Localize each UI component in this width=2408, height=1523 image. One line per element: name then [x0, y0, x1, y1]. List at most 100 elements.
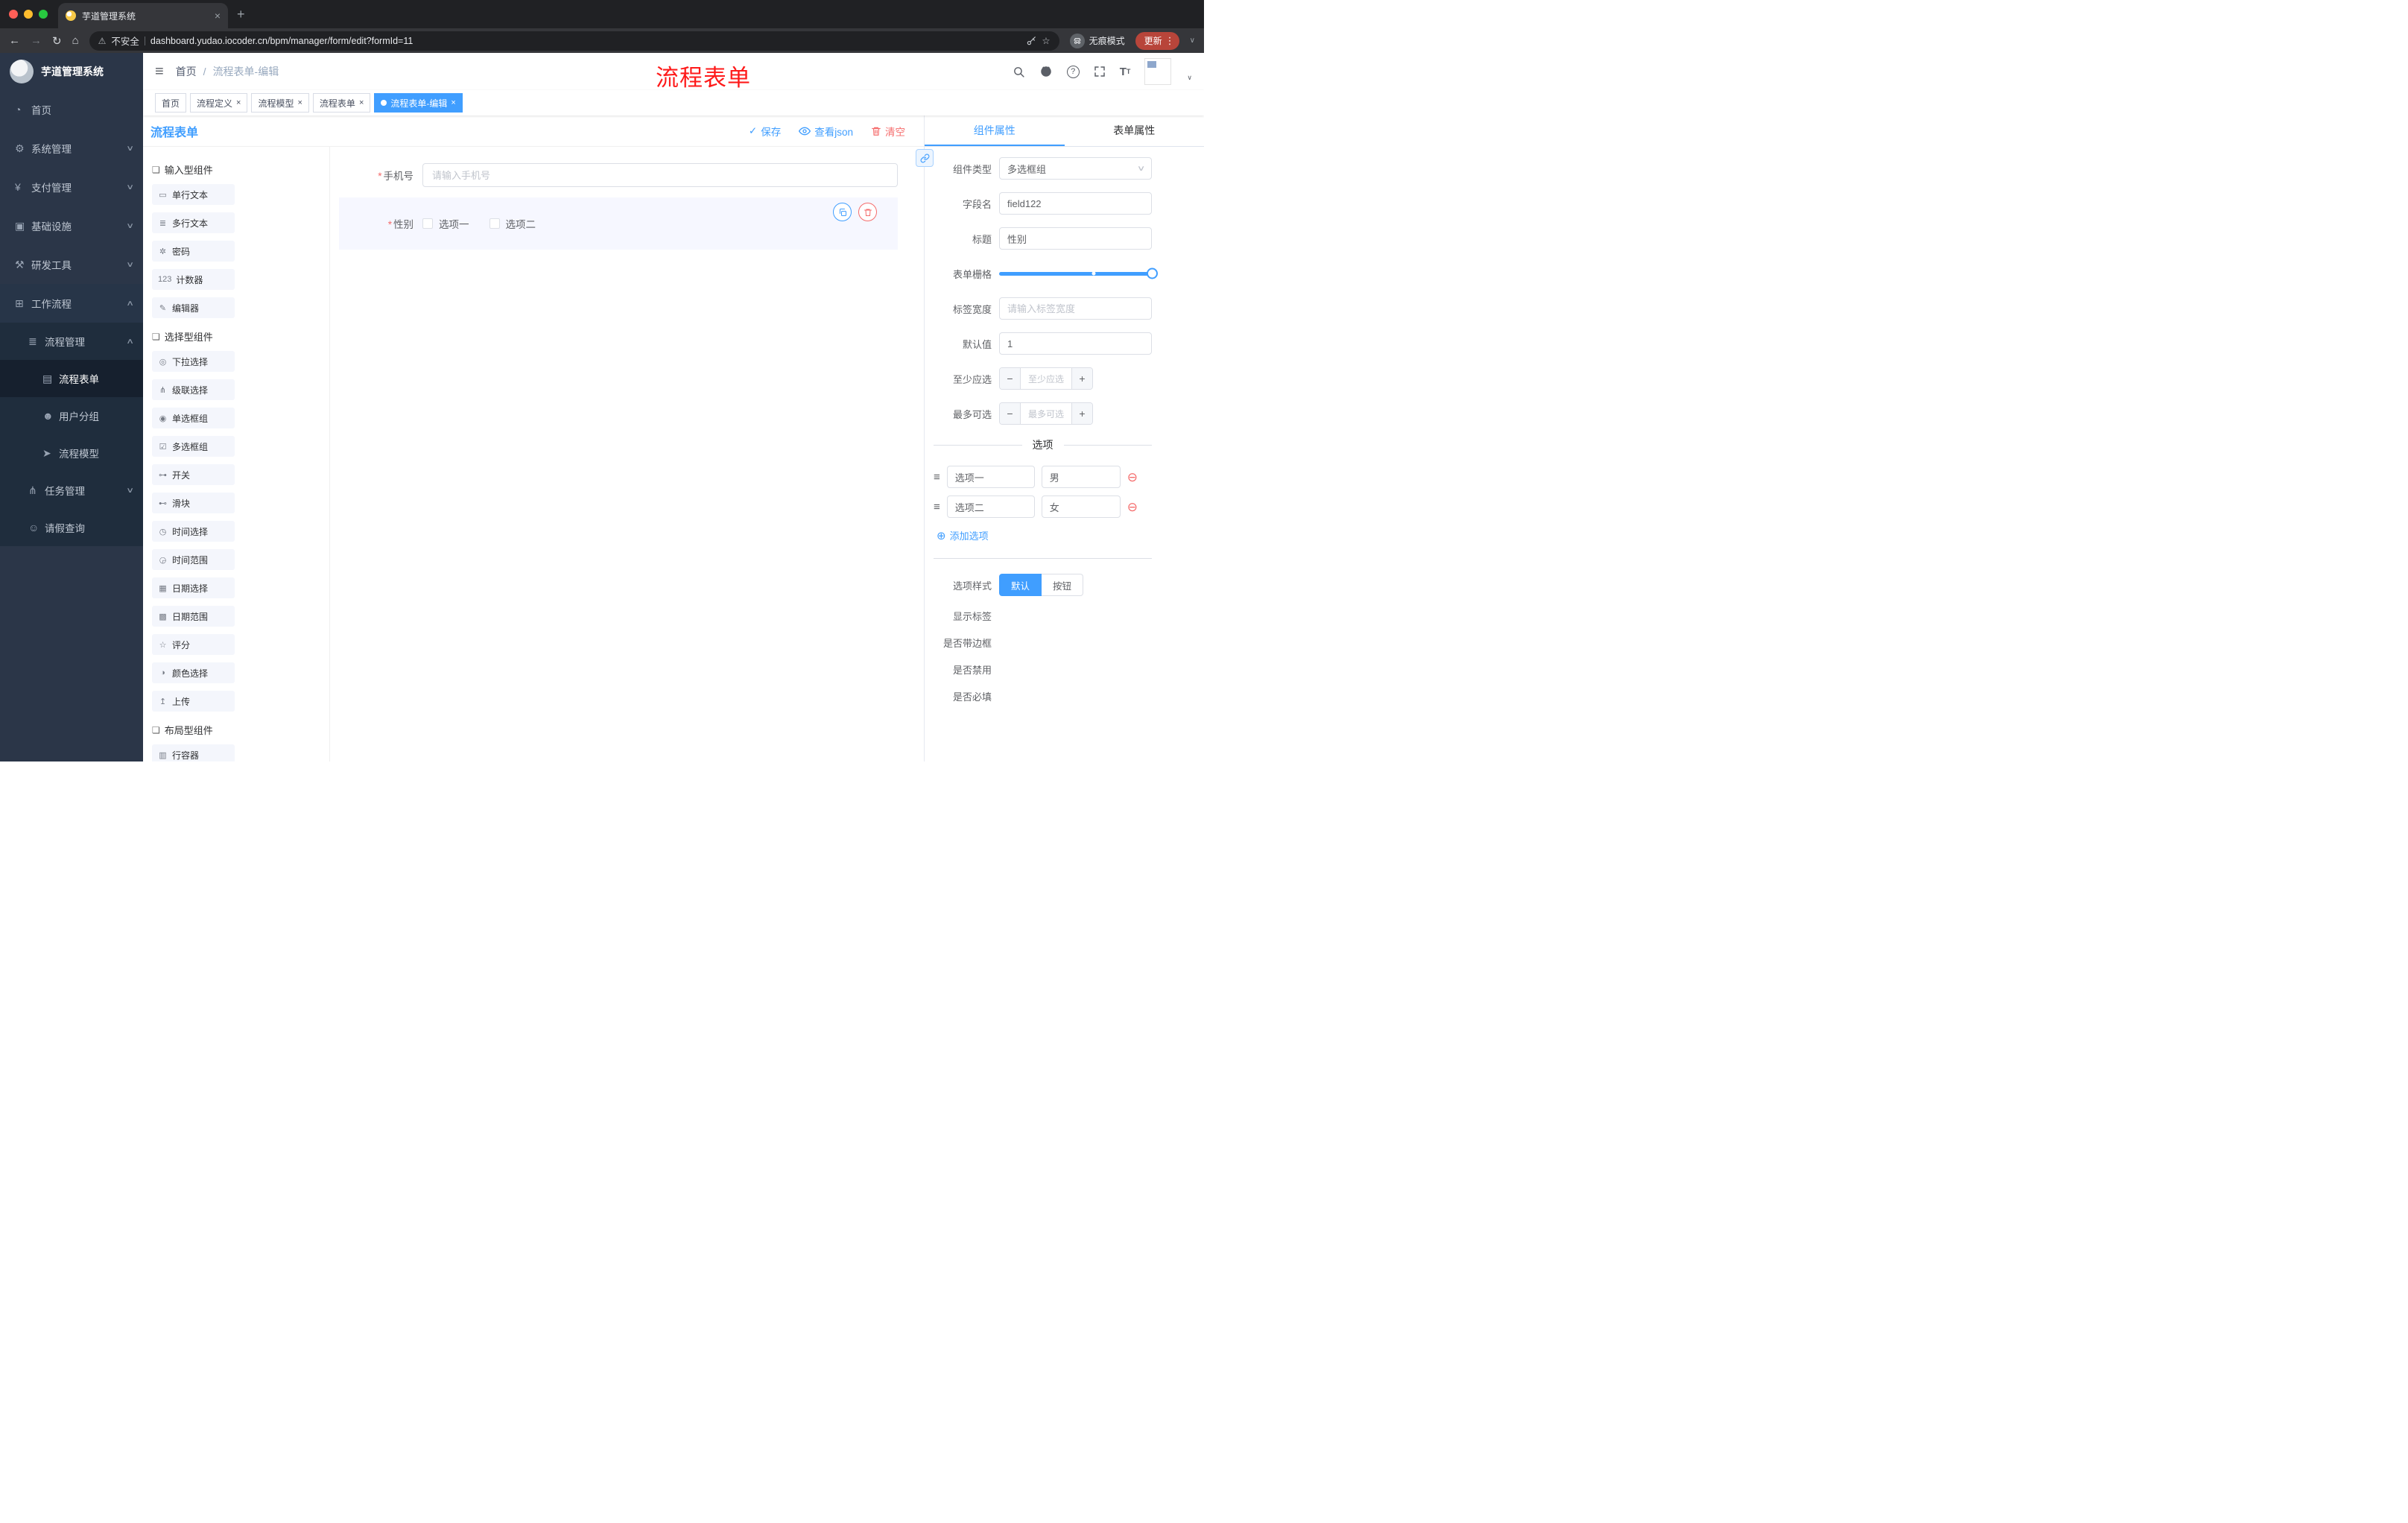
- delete-component-button[interactable]: [858, 203, 877, 221]
- home-icon[interactable]: ⌂: [72, 34, 79, 47]
- browser-menu-icon[interactable]: ⋮: [1165, 35, 1175, 47]
- title-input[interactable]: [999, 227, 1152, 250]
- option2-value-input[interactable]: [1041, 495, 1121, 518]
- back-icon[interactable]: ←: [9, 34, 20, 47]
- tag-process-form[interactable]: 流程表单 ×: [312, 93, 371, 113]
- clear-button[interactable]: 清空: [871, 124, 905, 139]
- style-default-button[interactable]: 默认: [999, 574, 1042, 596]
- palette-item[interactable]: ◷ 时间选择: [152, 521, 235, 542]
- tag-close-icon[interactable]: ×: [451, 98, 455, 107]
- increase-button[interactable]: +: [1071, 403, 1092, 424]
- palette-item[interactable]: ✲ 密码: [152, 241, 235, 262]
- remove-option-icon[interactable]: ⊖: [1127, 471, 1138, 484]
- link-badge[interactable]: [916, 149, 934, 167]
- palette-item[interactable]: ◉ 单选框组: [152, 408, 235, 428]
- form-canvas[interactable]: * 手机号 请输入手机号 * 性别 选项一 选项二: [330, 147, 924, 762]
- chevron-down-icon[interactable]: ∨: [1190, 37, 1195, 45]
- option1-name-input[interactable]: [946, 466, 1035, 488]
- sidebar-item-devtools[interactable]: ⚒ 研发工具 ∨: [0, 245, 143, 284]
- max-select-placeholder[interactable]: 最多可选: [1021, 403, 1071, 424]
- sidebar-item-process-form[interactable]: ▤ 流程表单: [0, 360, 143, 397]
- palette-item[interactable]: ▩ 日期范围: [152, 606, 235, 627]
- zoom-window-button[interactable]: [39, 10, 48, 19]
- slider-handle[interactable]: [1147, 267, 1158, 279]
- hamburger-icon[interactable]: ≡: [155, 63, 164, 80]
- tag-process-definition[interactable]: 流程定义 ×: [190, 93, 248, 113]
- tag-close-icon[interactable]: ×: [359, 98, 364, 107]
- update-button[interactable]: 更新 ⋮: [1135, 31, 1179, 50]
- tag-process-form-edit[interactable]: 流程表单-编辑 ×: [374, 93, 463, 113]
- default-value-input[interactable]: [999, 332, 1152, 355]
- palette-item[interactable]: ✎ 编辑器: [152, 297, 235, 318]
- option2-name-input[interactable]: [946, 495, 1035, 518]
- palette-item[interactable]: ☆ 评分: [152, 634, 235, 655]
- bookmark-star-icon[interactable]: ☆: [1042, 35, 1050, 46]
- browser-tab[interactable]: 芋道管理系统 ×: [58, 3, 228, 28]
- sidebar-item-process-management[interactable]: ≣ 流程管理 ∧: [0, 323, 143, 360]
- label-width-input[interactable]: [999, 297, 1152, 320]
- decrease-button[interactable]: −: [1000, 368, 1021, 389]
- sidebar-item-task-management[interactable]: ⋔ 任务管理 ∨: [0, 472, 143, 509]
- palette-item[interactable]: ⊶ 开关: [152, 464, 235, 485]
- tag-home[interactable]: 首页: [155, 93, 187, 113]
- palette-item[interactable]: 123 计数器: [152, 269, 235, 290]
- palette-item[interactable]: ⊷ 滑块: [152, 493, 235, 513]
- url-text[interactable]: dashboard.yudao.iocoder.cn/bpm/manager/f…: [150, 36, 1021, 46]
- sidebar-item-process-model[interactable]: ➤ 流程模型: [0, 434, 143, 472]
- palette-item[interactable]: ≣ 多行文本: [152, 212, 235, 233]
- help-icon[interactable]: ?: [1066, 65, 1080, 78]
- sidebar-item-user-group[interactable]: ☻ 用户分组: [0, 397, 143, 434]
- minimize-window-button[interactable]: [24, 10, 33, 19]
- remove-option-icon[interactable]: ⊖: [1127, 501, 1138, 513]
- security-label[interactable]: 不安全: [111, 34, 139, 48]
- sidebar-item-system[interactable]: ⚙ 系统管理 ∨: [0, 129, 143, 168]
- component-type-select[interactable]: 多选框组 ∨: [999, 157, 1152, 180]
- sidebar-item-payment[interactable]: ¥ 支付管理 ∨: [0, 168, 143, 206]
- font-size-icon[interactable]: TT: [1120, 66, 1131, 78]
- tab-close-icon[interactable]: ×: [215, 10, 221, 22]
- sidebar-item-workflow[interactable]: ⊞ 工作流程 ∧: [0, 284, 143, 323]
- password-key-icon[interactable]: [1026, 36, 1036, 46]
- palette-item[interactable]: ⋔ 级联选择: [152, 379, 235, 400]
- view-json-button[interactable]: 查看json: [799, 124, 853, 139]
- min-select-placeholder[interactable]: 至少应选: [1021, 368, 1071, 389]
- tab-component-props[interactable]: 组件属性: [925, 115, 1065, 146]
- phone-input[interactable]: [422, 163, 898, 187]
- reload-icon[interactable]: ↻: [52, 34, 62, 48]
- style-button-button[interactable]: 按钮: [1042, 574, 1084, 596]
- palette-item[interactable]: ▭ 单行文本: [152, 184, 235, 205]
- copy-component-button[interactable]: [833, 203, 852, 221]
- checkbox-option2[interactable]: 选项二: [489, 216, 536, 231]
- tag-process-model[interactable]: 流程模型 ×: [251, 93, 309, 113]
- palette-item[interactable]: ◑ 颜色选择: [152, 662, 235, 683]
- add-option-button[interactable]: ⊕ 添加选项: [937, 528, 1152, 542]
- palette-item[interactable]: ▥ 行容器: [152, 744, 235, 762]
- fullscreen-icon[interactable]: [1094, 66, 1106, 77]
- breadcrumb-home[interactable]: 首页: [176, 64, 197, 79]
- chevron-down-icon[interactable]: ∨: [1187, 74, 1192, 82]
- sidebar-item-leave-query[interactable]: ☺ 请假查询: [0, 509, 143, 546]
- palette-item[interactable]: ↥ 上传: [152, 691, 235, 712]
- user-avatar[interactable]: [1144, 58, 1172, 85]
- save-button[interactable]: ✓ 保存: [749, 124, 781, 139]
- checkbox-option1[interactable]: 选项一: [422, 216, 469, 231]
- sidebar-logo[interactable]: 芋道管理系统: [0, 53, 143, 90]
- tab-form-props[interactable]: 表单属性: [1065, 115, 1205, 146]
- decrease-button[interactable]: −: [1000, 403, 1021, 424]
- palette-item[interactable]: ▦ 日期选择: [152, 577, 235, 598]
- github-icon[interactable]: [1039, 65, 1053, 78]
- new-tab-button[interactable]: +: [237, 7, 245, 22]
- sidebar-item-infrastructure[interactable]: ▣ 基础设施 ∨: [0, 206, 143, 245]
- search-icon[interactable]: [1013, 66, 1025, 78]
- forward-icon[interactable]: →: [31, 34, 42, 47]
- palette-item[interactable]: ◶ 时间范围: [152, 549, 235, 570]
- increase-button[interactable]: +: [1071, 368, 1092, 389]
- tag-close-icon[interactable]: ×: [236, 98, 241, 107]
- selected-component-gender[interactable]: * 性别 选项一 选项二: [339, 197, 898, 250]
- drag-handle-icon[interactable]: ≡: [934, 471, 940, 484]
- omnibox[interactable]: ⚠ 不安全 dashboard.yudao.iocoder.cn/bpm/man…: [89, 31, 1059, 51]
- grid-slider[interactable]: [999, 262, 1158, 285]
- palette-item[interactable]: ◎ 下拉选择: [152, 351, 235, 372]
- option1-value-input[interactable]: [1041, 466, 1121, 488]
- phone-field-row[interactable]: * 手机号: [339, 163, 898, 187]
